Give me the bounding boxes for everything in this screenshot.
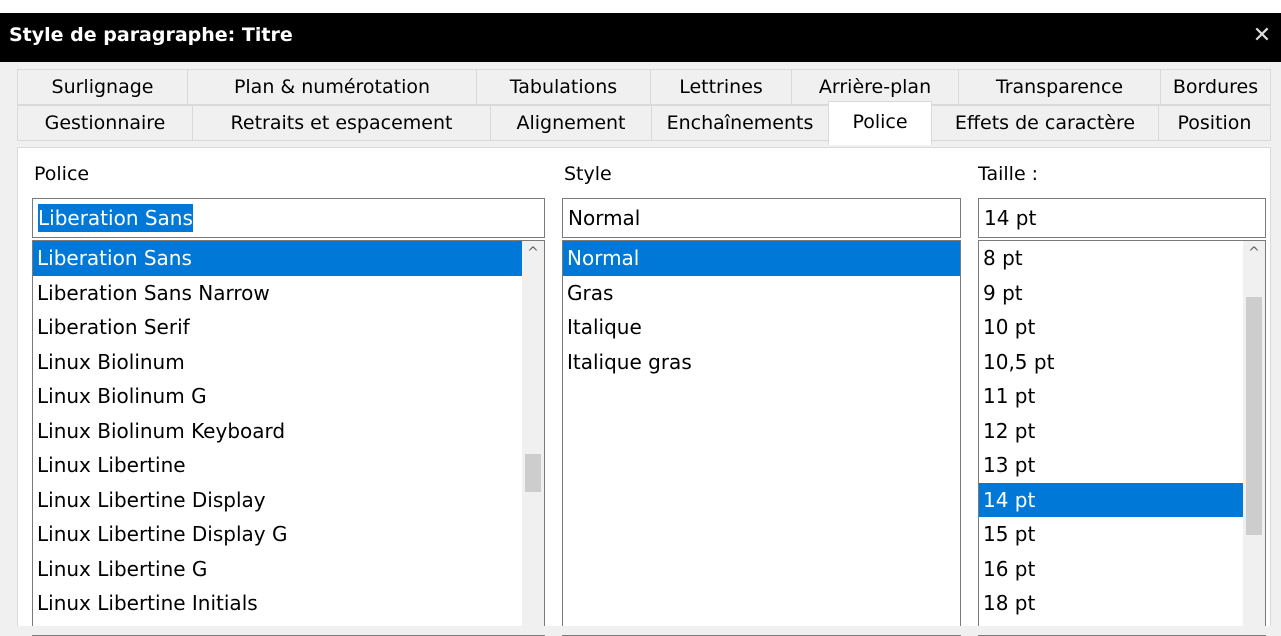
- font-list-item[interactable]: Linux Libertine Display: [33, 483, 522, 518]
- font-list-scroll-thumb[interactable]: [525, 454, 541, 492]
- title-bar-inner: Style de paragraphe: Titre ✕: [0, 13, 1281, 62]
- tab-transparence[interactable]: Transparence: [958, 69, 1161, 105]
- size-list-item[interactable]: 16 pt: [979, 552, 1243, 587]
- chevron-up-icon[interactable]: ^: [522, 241, 544, 263]
- style-list[interactable]: Normal Gras Italique Italique gras: [562, 240, 961, 636]
- style-input[interactable]: Normal: [562, 198, 961, 238]
- size-list[interactable]: 8 pt 9 pt 10 pt 10,5 pt 11 pt 12 pt 13 pt 14 pt…: [978, 240, 1266, 636]
- style-list-item[interactable]: Gras: [563, 276, 960, 311]
- size-list-scroll-thumb[interactable]: [1246, 297, 1262, 535]
- tab-gestionnaire[interactable]: Gestionnaire: [17, 105, 193, 141]
- tab-bordures[interactable]: Bordures: [1160, 69, 1271, 105]
- font-name-value: Liberation Sans: [38, 204, 193, 232]
- size-list-item[interactable]: 10 pt: [979, 310, 1243, 345]
- size-list-scrollbar[interactable]: ^: [1243, 241, 1265, 635]
- font-label: Police: [34, 163, 90, 185]
- close-icon[interactable]: ✕: [1249, 23, 1275, 49]
- tab-plan-numerotation[interactable]: Plan & numérotation: [187, 69, 477, 105]
- tab-police[interactable]: Police: [828, 101, 932, 145]
- style-list-item[interactable]: Normal: [563, 241, 960, 276]
- font-list-item[interactable]: Linux Libertine Initials: [33, 586, 522, 621]
- size-list-item[interactable]: 18 pt: [979, 586, 1243, 621]
- font-list-scrollbar[interactable]: ^: [522, 241, 544, 635]
- size-list-items: 8 pt 9 pt 10 pt 10,5 pt 11 pt 12 pt 13 pt 14 pt…: [979, 241, 1265, 621]
- size-list-item[interactable]: 12 pt: [979, 414, 1243, 449]
- tab-bar: Surlignage Plan & numérotation Tabulatio…: [0, 62, 1281, 146]
- size-list-item[interactable]: 13 pt: [979, 448, 1243, 483]
- size-value: 14 pt: [984, 206, 1037, 230]
- tab-effets-caractere[interactable]: Effets de caractère: [931, 105, 1159, 141]
- font-list-item[interactable]: Linux Biolinum Keyboard: [33, 414, 522, 449]
- size-list-item[interactable]: 10,5 pt: [979, 345, 1243, 380]
- chevron-up-icon[interactable]: ^: [1243, 241, 1265, 263]
- tab-lettrines[interactable]: Lettrines: [650, 69, 792, 105]
- font-list-item[interactable]: Liberation Sans Narrow: [33, 276, 522, 311]
- tab-arriere-plan[interactable]: Arrière-plan: [791, 69, 959, 105]
- font-list-item[interactable]: Linux Biolinum G: [33, 379, 522, 414]
- size-list-item[interactable]: 9 pt: [979, 276, 1243, 311]
- window-title: Style de paragraphe: Titre: [9, 24, 293, 46]
- style-value: Normal: [568, 206, 641, 230]
- style-list-item[interactable]: Italique gras: [563, 345, 960, 380]
- size-list-item[interactable]: 15 pt: [979, 517, 1243, 552]
- size-input[interactable]: 14 pt: [978, 198, 1266, 238]
- style-label: Style: [564, 163, 612, 185]
- title-bar: Style de paragraphe: Titre ✕: [0, 0, 1281, 62]
- style-list-item[interactable]: Italique: [563, 310, 960, 345]
- size-list-item[interactable]: 8 pt: [979, 241, 1243, 276]
- font-list-item[interactable]: Liberation Serif: [33, 310, 522, 345]
- font-list-item[interactable]: Linux Libertine: [33, 448, 522, 483]
- tab-enchainements[interactable]: Enchaînements: [651, 105, 829, 141]
- font-list-item[interactable]: Linux Biolinum: [33, 345, 522, 380]
- font-panel: Police Liberation Sans Liberation Sans Li…: [17, 147, 1271, 636]
- font-list-item[interactable]: Linux Libertine G: [33, 552, 522, 587]
- size-label: Taille :: [978, 163, 1039, 185]
- tab-position[interactable]: Position: [1158, 105, 1271, 141]
- tab-surlignage[interactable]: Surlignage: [17, 69, 188, 105]
- font-list-items: Liberation Sans Liberation Sans Narrow Lib…: [33, 241, 544, 621]
- dialog-bottom: [0, 626, 1281, 635]
- font-list-item[interactable]: Linux Libertine Display G: [33, 517, 522, 552]
- style-list-items: Normal Gras Italique Italique gras: [563, 241, 960, 379]
- font-name-input[interactable]: Liberation Sans: [32, 198, 545, 238]
- tab-row-2: Gestionnaire Retraits et espacement Alig…: [17, 101, 1271, 145]
- font-list-item[interactable]: Liberation Sans: [33, 241, 522, 276]
- tab-row-1: Surlignage Plan & numérotation Tabulatio…: [17, 69, 1271, 105]
- tab-tabulations[interactable]: Tabulations: [476, 69, 651, 105]
- size-list-item[interactable]: 14 pt: [979, 482, 1243, 517]
- tab-retraits-espacement[interactable]: Retraits et espacement: [192, 105, 491, 141]
- tab-alignement[interactable]: Alignement: [490, 105, 652, 141]
- font-list[interactable]: Liberation Sans Liberation Sans Narrow Lib…: [32, 240, 545, 636]
- size-list-item[interactable]: 11 pt: [979, 379, 1243, 414]
